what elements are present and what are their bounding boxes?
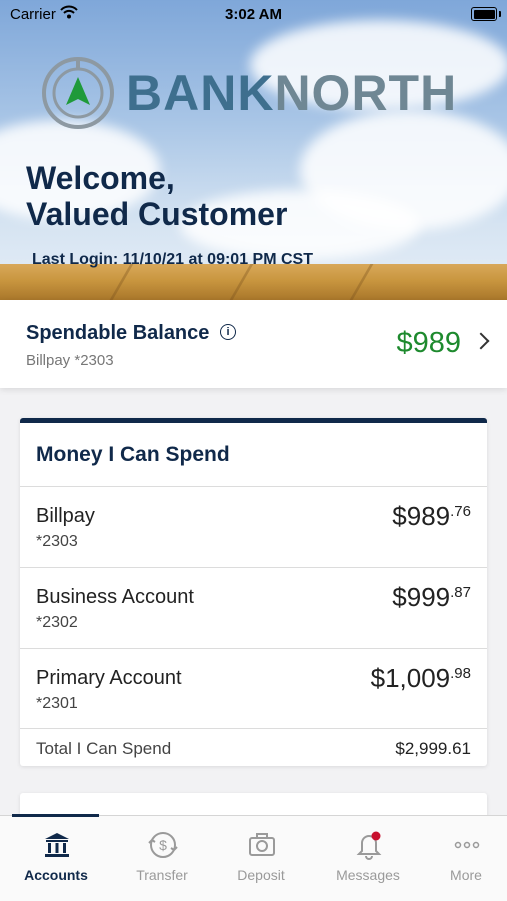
account-number: *2302 [36, 614, 78, 631]
account-balance: $989.76 [392, 501, 471, 532]
camera-icon [249, 833, 275, 856]
compass-logo-icon [42, 57, 114, 129]
tab-messages[interactable]: Messages [318, 816, 418, 901]
info-icon[interactable]: i [220, 324, 236, 340]
last-login: Last Login: 11/10/21 at 09:01 PM CST [32, 251, 313, 268]
clock: 3:02 AM [225, 6, 282, 23]
tab-deposit[interactable]: Deposit [211, 816, 311, 901]
spendable-amount: $989 [396, 327, 461, 359]
balance-cents: .76 [450, 503, 471, 520]
account-name: Billpay [36, 505, 95, 527]
tab-label: Messages [336, 867, 400, 883]
balance-main: $1,009 [370, 663, 451, 693]
account-number: *2303 [36, 533, 78, 550]
spendable-subtitle: Billpay *2303 [26, 352, 114, 369]
balance-main: $989 [392, 501, 451, 531]
welcome-line2: Valued Customer [26, 196, 288, 232]
account-row[interactable]: Billpay *2303 $989.76 [20, 486, 487, 567]
balance-cents: .98 [450, 665, 471, 682]
tab-label: Deposit [237, 867, 285, 883]
account-balance: $1,009.98 [371, 663, 471, 694]
tab-more[interactable]: More [416, 816, 507, 901]
tab-label: Transfer [136, 867, 188, 883]
tab-label: More [450, 867, 482, 883]
total-row: Total I Can Spend $2,999.61 [20, 728, 487, 767]
card-title: Money I Can Spend [36, 443, 230, 466]
welcome-heading: Welcome, Valued Customer [26, 160, 287, 232]
welcome-line1: Welcome, [26, 160, 175, 196]
account-name: Business Account [36, 586, 194, 608]
account-name: Primary Account [36, 667, 182, 689]
account-row[interactable]: Business Account *2302 $999.87 [20, 567, 487, 648]
total-value: $2,999.61 [395, 739, 471, 758]
money-card: Money I Can Spend Billpay *2303 $989.76 … [20, 418, 487, 766]
battery-icon [471, 7, 501, 21]
svg-text:$: $ [159, 837, 167, 853]
bank-icon [45, 833, 69, 857]
brand-wordmark: BANKNORTH [126, 64, 457, 122]
tab-accounts[interactable]: Accounts [6, 816, 106, 901]
banknorth-logo: BANKNORTH [40, 57, 480, 129]
spendable-title: Spendable Balance [26, 322, 210, 344]
brand-name-bank: BANK [126, 65, 275, 121]
account-row[interactable]: Primary Account *2301 $1,009.98 [20, 648, 487, 729]
status-bar: Carrier 3:02 AM [0, 0, 507, 30]
spendable-balance-row[interactable]: Spendable Balance i Billpay *2303 $989 [0, 300, 507, 388]
tab-label: Accounts [24, 867, 88, 883]
tab-bar: Accounts $ Transfer Deposit Messages Mor… [0, 814, 507, 901]
bell-icon [356, 831, 382, 860]
total-label: Total I Can Spend [36, 739, 172, 758]
more-icon [454, 841, 480, 849]
account-number: *2301 [36, 695, 78, 712]
brand-name-north: NORTH [274, 65, 458, 121]
wheat-field [0, 264, 507, 300]
balance-cents: .87 [450, 584, 471, 601]
balance-main: $999 [392, 582, 451, 612]
hero-banner: Carrier 3:02 AM BANKNORTH Welcome, Value… [0, 0, 507, 300]
transfer-icon: $ [148, 832, 178, 858]
account-balance: $999.87 [392, 582, 471, 613]
tab-transfer[interactable]: $ Transfer [112, 816, 212, 901]
chevron-right-icon [472, 332, 490, 350]
